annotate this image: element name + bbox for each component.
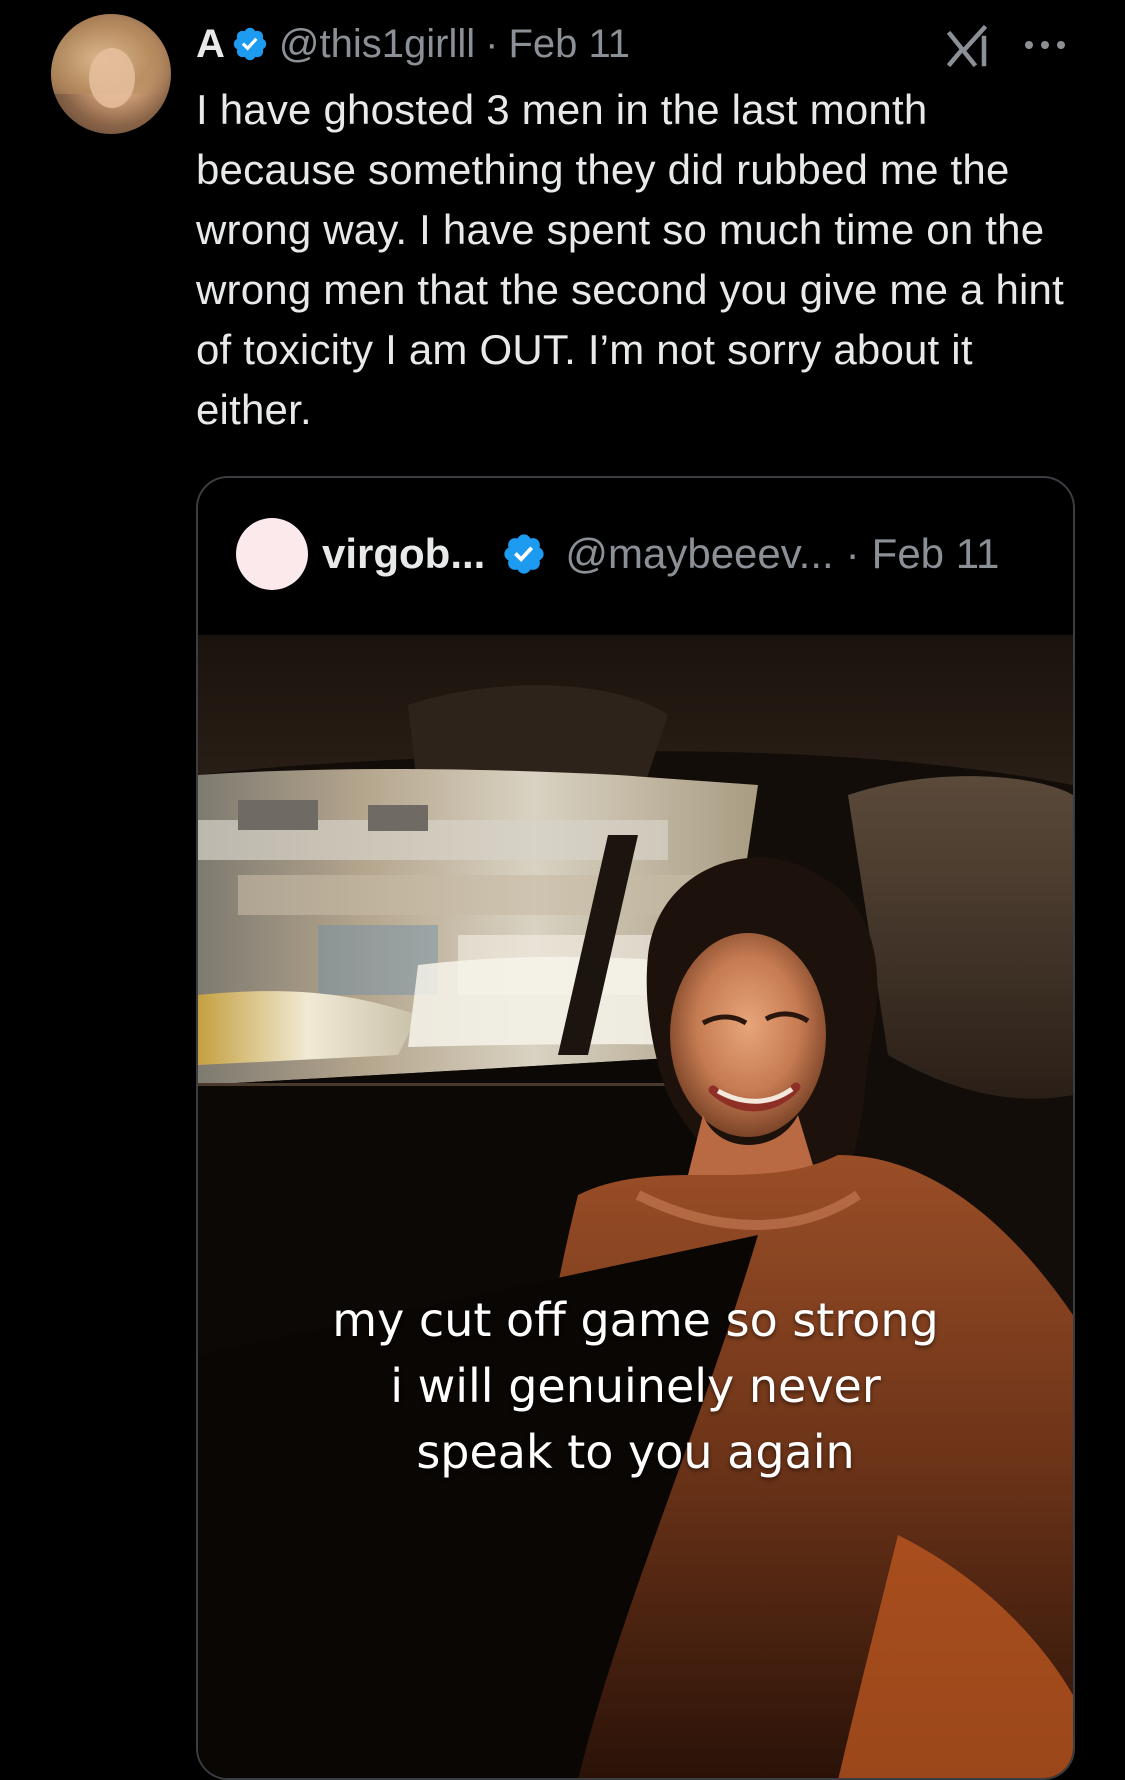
media-caption: my cut off game so strong i will genuine…	[198, 1287, 1073, 1485]
tweet-date[interactable]: Feb 11	[508, 22, 630, 67]
quoted-tweet[interactable]: virgob... @maybeeev... · Feb 11 my cut o…	[196, 476, 1075, 1780]
tweet-text: I have ghosted 3 men in the last month b…	[196, 86, 1064, 433]
caption-line: i will genuinely never	[390, 1359, 881, 1413]
quoted-author-handle[interactable]: @maybeeev...	[565, 530, 833, 578]
tweet-header: A @this1girlll · Feb 11	[196, 18, 630, 70]
quoted-tweet-media[interactable]: my cut off game so strong i will genuine…	[198, 635, 1073, 1778]
caption-line: speak to you again	[416, 1425, 855, 1479]
header-separator: ·	[485, 21, 499, 66]
quoted-author-display-name[interactable]: virgob...	[322, 530, 485, 578]
quoted-author-avatar[interactable]	[236, 518, 308, 590]
author-avatar[interactable]	[51, 14, 171, 134]
quoted-tweet-date[interactable]: Feb 11	[872, 530, 1000, 578]
grok-icon[interactable]	[944, 22, 992, 70]
verified-badge-icon	[233, 27, 267, 61]
more-options-icon[interactable]	[1020, 30, 1070, 60]
verified-badge-icon	[504, 534, 545, 574]
media-image	[198, 635, 1073, 1778]
author-handle[interactable]: @this1girlll	[279, 22, 475, 67]
caption-line: my cut off game so strong	[332, 1293, 939, 1347]
author-display-name[interactable]: A	[196, 22, 225, 67]
tweet[interactable]: A @this1girlll · Feb 11 I have ghosted 3…	[0, 0, 1125, 1780]
avatar-face	[89, 48, 135, 108]
quoted-header-separator: ·	[845, 530, 860, 577]
quoted-tweet-header: virgob... @maybeeev... · Feb 11	[236, 518, 999, 590]
